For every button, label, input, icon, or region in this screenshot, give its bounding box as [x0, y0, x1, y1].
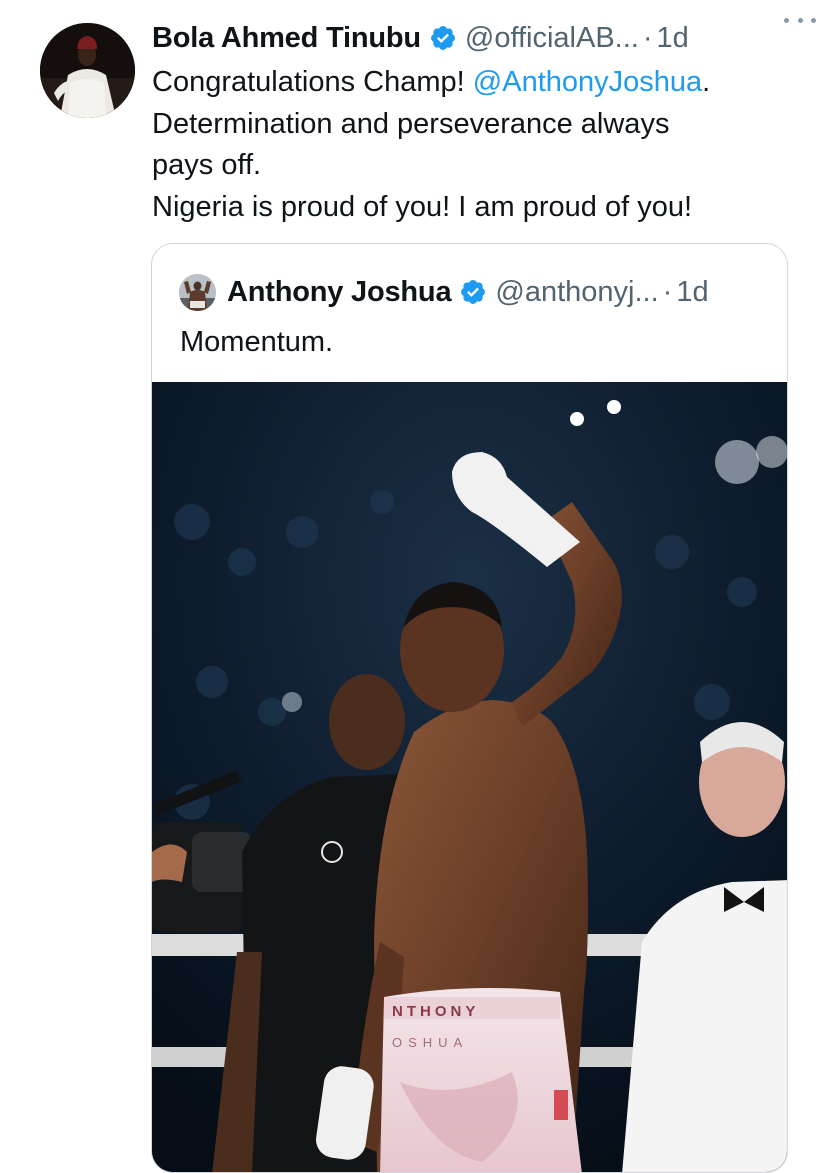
tweet-text-line-2: Determination and perseverance always	[152, 107, 670, 140]
header-separator: ·	[642, 21, 653, 54]
verified-badge-icon	[429, 24, 457, 52]
quoted-tweet-header: Anthony Joshua @anthonyj... · 1d	[179, 272, 709, 312]
tweet-header: Bola Ahmed Tinubu @officialAB... · 1d	[152, 18, 794, 58]
author-handle[interactable]: @officialAB...	[465, 22, 639, 55]
quoted-header-separator: ·	[662, 275, 673, 308]
tweet-text-congrats: Congratulations Champ!	[152, 66, 473, 98]
tweet[interactable]: Bola Ahmed Tinubu @officialAB... · 1d Co…	[0, 0, 824, 1173]
quoted-tweet[interactable]: Anthony Joshua @anthonyj... · 1d Momentu…	[151, 243, 788, 1173]
shorts-waistband-text: NTHONY	[392, 1003, 479, 1020]
quoted-tweet-text: Momentum.	[180, 326, 334, 358]
tweet-text-line-1: Congratulations Champ! @AnthonyJoshua.	[152, 62, 792, 104]
tweet-text: Congratulations Champ! @AnthonyJoshua. D…	[152, 62, 792, 228]
quoted-author-name[interactable]: Anthony Joshua	[227, 276, 452, 309]
tweet-text-line-4: Nigeria is proud of you! I am proud of y…	[152, 190, 693, 223]
quoted-tweet-timestamp[interactable]: 1d	[676, 276, 708, 309]
shorts-lower-text: OSHUA	[392, 1035, 468, 1050]
more-options-icon[interactable]	[784, 8, 816, 32]
author-avatar[interactable]	[40, 23, 135, 118]
quoted-verified-badge-icon	[459, 278, 487, 306]
author-name[interactable]: Bola Ahmed Tinubu	[152, 22, 421, 55]
tweet-timestamp[interactable]: 1d	[657, 22, 689, 55]
quoted-tweet-photo[interactable]: NTHONY OSHUA	[152, 382, 787, 1172]
tweet-text-period: .	[702, 66, 711, 98]
mention-link[interactable]: @AnthonyJoshua	[473, 66, 702, 98]
quoted-author-avatar[interactable]	[179, 273, 216, 311]
tweet-text-line-3: pays off.	[152, 149, 262, 181]
quoted-author-handle[interactable]: @anthonyj...	[495, 276, 658, 309]
